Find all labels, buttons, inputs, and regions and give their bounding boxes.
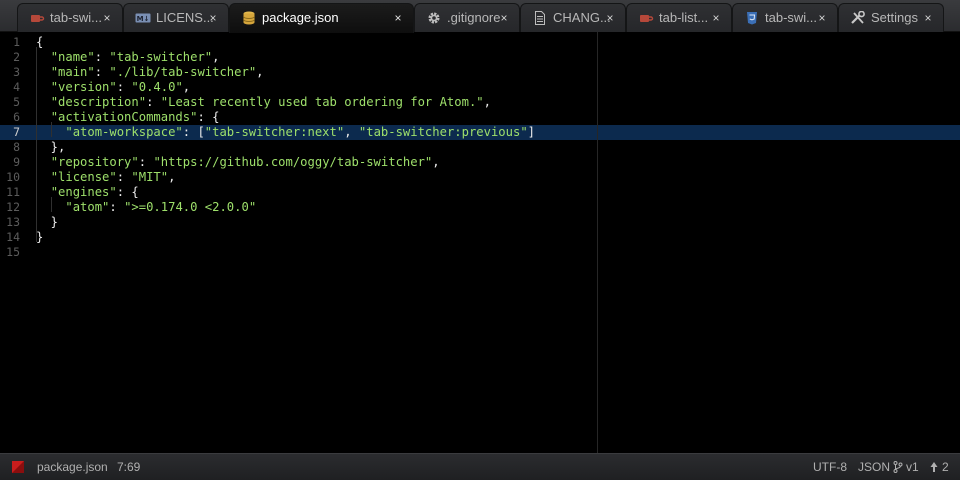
line-number[interactable]: 3 — [0, 65, 20, 80]
markdown-icon: M↓ — [135, 11, 151, 25]
line-number[interactable]: 4 — [0, 80, 20, 95]
status-push-count[interactable]: 2 — [942, 460, 949, 474]
close-icon[interactable]: × — [102, 11, 112, 25]
tab-label: tab-list... — [659, 11, 709, 25]
code-line[interactable]: "atom": ">=0.174.0 <2.0.0" — [36, 200, 960, 215]
tab-label: tab-swi... — [50, 11, 103, 25]
code-line[interactable]: "license": "MIT", — [36, 170, 960, 185]
status-grammar[interactable]: JSON — [858, 460, 890, 474]
css-icon — [744, 11, 760, 25]
tab-label: .gitignore — [447, 11, 501, 25]
ruby-icon — [29, 11, 45, 25]
tools-icon — [850, 10, 866, 25]
status-branch[interactable]: v1 — [906, 460, 919, 474]
arrow-up-icon — [930, 461, 938, 476]
tab-label: tab-swi... — [765, 11, 818, 25]
wrap-guide — [597, 32, 598, 453]
close-icon[interactable]: × — [817, 11, 827, 25]
tab-label: LICENS... — [156, 11, 214, 25]
code-line[interactable]: "engines": { — [36, 185, 960, 200]
git-branch-icon — [893, 461, 903, 476]
close-icon[interactable]: × — [711, 11, 721, 25]
code-line[interactable]: "repository": "https://github.com/oggy/t… — [36, 155, 960, 170]
line-number[interactable]: 10 — [0, 170, 20, 185]
code-area[interactable]: { "name": "tab-switcher", "main": "./lib… — [36, 32, 960, 453]
gear-icon — [426, 11, 442, 25]
close-icon[interactable]: × — [605, 11, 615, 25]
line-number[interactable]: 1 — [0, 35, 20, 50]
code-line[interactable]: }, — [36, 140, 960, 155]
line-number[interactable]: 11 — [0, 185, 20, 200]
code-line[interactable]: } — [36, 215, 960, 230]
tab-settings[interactable]: Settings × — [838, 3, 944, 32]
tab-label: package.json — [262, 11, 339, 25]
tab-license[interactable]: M↓ LICENS... × — [123, 3, 229, 32]
line-number[interactable]: 15 — [0, 245, 20, 260]
tab-label: Settings — [871, 11, 918, 25]
close-icon[interactable]: × — [923, 11, 933, 25]
code-line[interactable]: "name": "tab-switcher", — [36, 50, 960, 65]
status-bar: package.json 7:69 UTF-8 JSON v1 2 — [0, 453, 960, 480]
line-number[interactable]: 12 — [0, 200, 20, 215]
code-line[interactable]: } — [36, 230, 960, 245]
line-number[interactable]: 9 — [0, 155, 20, 170]
code-line[interactable]: "description": "Least recently used tab … — [36, 95, 960, 110]
code-line[interactable]: "activationCommands": { — [36, 110, 960, 125]
ruby-icon — [638, 11, 654, 25]
tab-tab-list[interactable]: tab-list... × — [626, 3, 732, 32]
line-number[interactable]: 6 — [0, 110, 20, 125]
code-line[interactable] — [36, 245, 960, 260]
close-icon[interactable]: × — [208, 11, 218, 25]
tab-bar: tab-swi... × M↓ LICENS... × package.json… — [0, 0, 960, 33]
code-line[interactable]: "main": "./lib/tab-switcher", — [36, 65, 960, 80]
tab-changelog[interactable]: CHANG... × — [520, 3, 626, 32]
line-number[interactable]: 13 — [0, 215, 20, 230]
code-line[interactable]: { — [36, 35, 960, 50]
tab-package-json[interactable]: package.json × — [229, 3, 414, 33]
tab-tab-switcher-rb[interactable]: tab-swi... × — [17, 3, 123, 32]
text-editor[interactable]: 1 2 3 4 5 6 7 8 9 10 11 12 13 14 15 { "name": "tab-swi… — [0, 32, 960, 453]
line-number[interactable]: 8 — [0, 140, 20, 155]
database-icon — [241, 11, 257, 25]
code-line[interactable]: "version": "0.4.0", — [36, 80, 960, 95]
line-number[interactable]: 5 — [0, 95, 20, 110]
file-text-icon — [532, 11, 548, 25]
status-cursor-position[interactable]: 7:69 — [117, 460, 140, 474]
close-icon[interactable]: × — [393, 11, 403, 25]
tab-label: CHANG... — [553, 11, 611, 25]
line-number[interactable]: 2 — [0, 50, 20, 65]
status-file-name[interactable]: package.json — [37, 460, 108, 474]
svg-text:M↓: M↓ — [137, 15, 150, 23]
tab-gitignore[interactable]: .gitignore × — [414, 3, 520, 32]
line-number[interactable]: 7 — [0, 125, 20, 140]
line-number[interactable]: 14 — [0, 230, 20, 245]
tab-tab-switcher-css[interactable]: tab-swi... × — [732, 3, 838, 32]
close-icon[interactable]: × — [499, 11, 509, 25]
code-line[interactable]: "atom-workspace": ["tab-switcher:next", … — [36, 125, 960, 140]
file-status-icon[interactable] — [12, 461, 24, 476]
status-encoding[interactable]: UTF-8 — [813, 460, 847, 474]
line-number-gutter[interactable]: 1 2 3 4 5 6 7 8 9 10 11 12 13 14 15 — [0, 32, 30, 453]
